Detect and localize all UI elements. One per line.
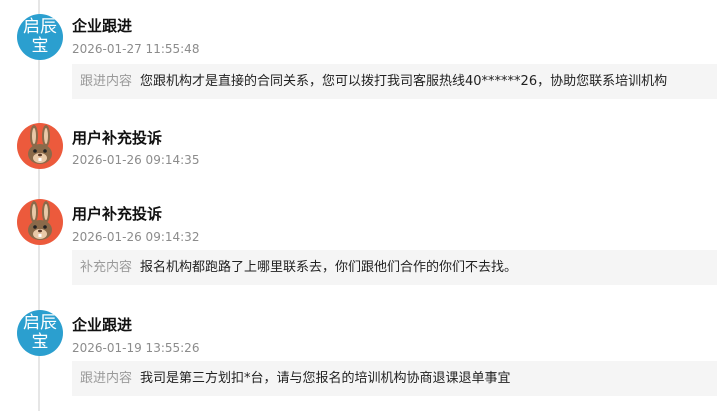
entry-title: 用户补充投诉: [72, 205, 163, 223]
avatar-text-line-1: 启辰: [23, 313, 57, 333]
entry-content-box: 跟进内容 我司是第三方划扣*台，请与您报名的培训机构协商退课退单事宜: [72, 361, 717, 396]
rabbit-avatar-icon: [17, 123, 63, 169]
avatar-text-line-2: 宝: [31, 332, 49, 352]
entry-content-box: 补充内容 报名机构都跑路了上哪里联系去，你们跟他们合作的你们不去找。: [72, 250, 717, 285]
entry-time: 2026-01-27 11:55:48: [72, 42, 200, 56]
content-label: 跟进内容: [80, 370, 133, 386]
entry-time: 2026-01-26 09:14:35: [72, 153, 200, 167]
entry-content-box: 跟进内容 您跟机构才是直接的合同关系，您可以拨打我司客服热线40******26…: [72, 64, 717, 99]
content-text: 我司是第三方划扣*台，请与您报名的培训机构协商退课退单事宜: [140, 370, 511, 386]
entry-title: 用户补充投诉: [72, 129, 163, 147]
content-text: 您跟机构才是直接的合同关系，您可以拨打我司客服热线40******26，协助您联…: [140, 73, 668, 89]
company-avatar: 启辰 宝: [17, 14, 63, 60]
content-label: 跟进内容: [80, 73, 133, 89]
avatar-text-line-1: 启辰: [23, 17, 57, 37]
entry-time: 2026-01-19 13:55:26: [72, 341, 200, 355]
content-label: 补充内容: [80, 259, 133, 275]
entry-time: 2026-01-26 09:14:32: [72, 230, 200, 244]
content-text: 报名机构都跑路了上哪里联系去，你们跟他们合作的你们不去找。: [140, 259, 518, 275]
entry-title: 企业跟进: [72, 316, 133, 334]
entry-title: 企业跟进: [72, 17, 133, 35]
company-avatar: 启辰 宝: [17, 310, 63, 356]
rabbit-avatar-icon: [17, 199, 63, 245]
avatar-text-line-2: 宝: [31, 36, 49, 56]
